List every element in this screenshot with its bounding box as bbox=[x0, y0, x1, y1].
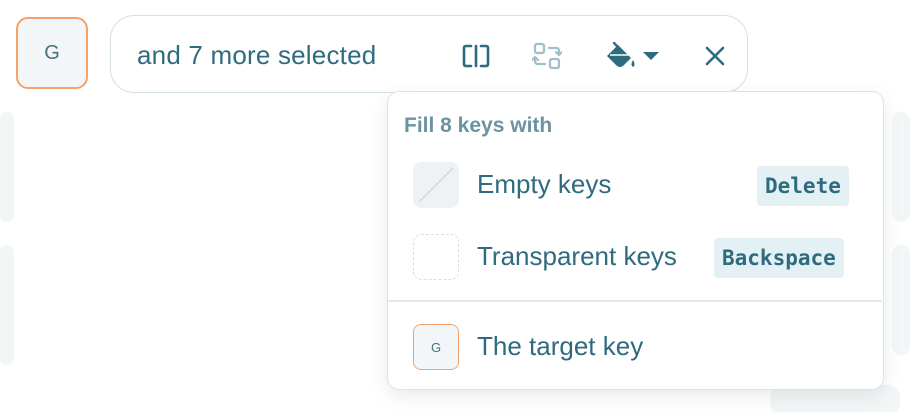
fill-option-label: Transparent keys bbox=[477, 241, 677, 271]
target-key-swatch: G bbox=[413, 324, 459, 370]
fill-empty-keys-option[interactable]: Empty keys Delete bbox=[388, 154, 882, 216]
selected-key-label: G bbox=[44, 41, 60, 64]
target-key-swatch-label: G bbox=[430, 339, 442, 355]
selected-key-chip[interactable]: G bbox=[16, 17, 88, 89]
chevron-down-icon bbox=[643, 52, 659, 60]
delete-shortcut: Delete bbox=[757, 166, 849, 206]
fill-bucket-icon bbox=[607, 41, 635, 67]
background-keycap bbox=[0, 245, 14, 365]
close-icon bbox=[705, 46, 725, 66]
fill-menu: Fill 8 keys with Empty keys Delete Trans… bbox=[387, 91, 884, 390]
background-keycap bbox=[0, 112, 14, 222]
fill-transparent-keys-option[interactable]: Transparent keys Backspace bbox=[388, 226, 882, 288]
empty-key-swatch bbox=[413, 162, 459, 208]
split-column-icon bbox=[462, 44, 490, 68]
menu-divider bbox=[388, 300, 882, 302]
swap-button[interactable] bbox=[527, 36, 567, 76]
background-keycap bbox=[892, 245, 910, 355]
fill-option-label: The target key bbox=[477, 331, 644, 361]
selection-toolbar: and 7 more selected bbox=[110, 15, 748, 93]
close-selection-button[interactable] bbox=[695, 36, 735, 76]
fill-option-label: Empty keys bbox=[477, 169, 612, 199]
fill-target-key-option[interactable]: G The target key bbox=[388, 316, 882, 378]
fill-dropdown-button[interactable] bbox=[599, 36, 665, 76]
fill-menu-heading: Fill 8 keys with bbox=[404, 114, 553, 137]
split-column-button[interactable] bbox=[456, 36, 496, 76]
backspace-shortcut: Backspace bbox=[714, 238, 844, 278]
selection-summary: and 7 more selected bbox=[137, 40, 377, 70]
transparent-key-swatch bbox=[413, 234, 459, 280]
swap-icon bbox=[532, 42, 562, 70]
background-keycap bbox=[892, 112, 910, 222]
editor-canvas: G and 7 more selected Fill 8 keys with E… bbox=[0, 0, 910, 412]
